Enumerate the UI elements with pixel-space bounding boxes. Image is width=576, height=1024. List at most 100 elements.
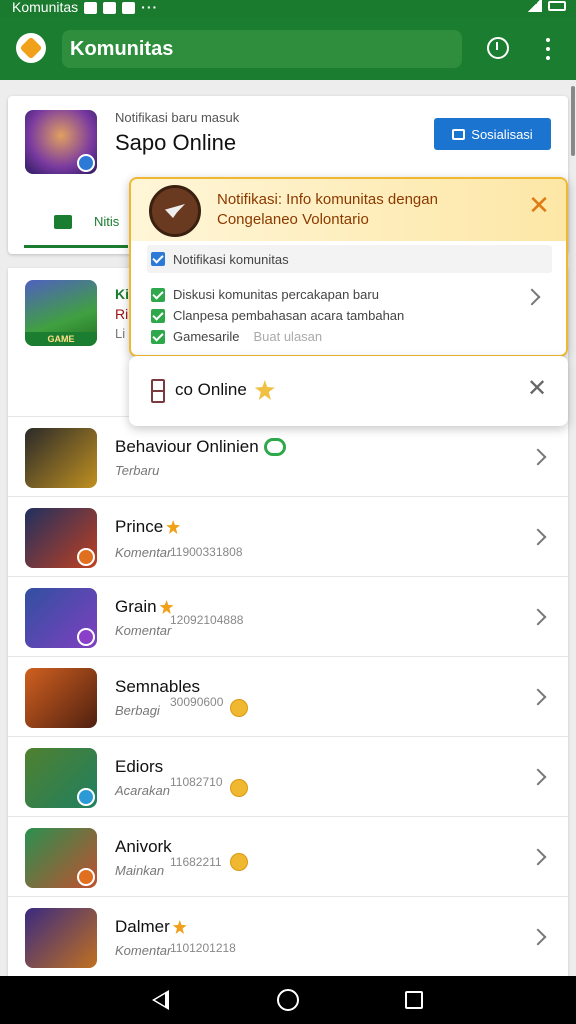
level-badge-icon xyxy=(77,788,95,806)
app-bar: Komunitas xyxy=(0,18,576,80)
chevron-right-icon[interactable] xyxy=(529,768,547,786)
level-badge-icon xyxy=(77,548,95,566)
list-item[interactable]: Prince Komentar 11900331808 xyxy=(8,496,568,576)
check-item-label: Diskusi komunitas percakapan baru xyxy=(173,287,379,302)
list-item[interactable]: Ediors Acarakan 11082710 xyxy=(8,736,568,816)
status-bar: Komunitas ··· xyxy=(0,0,576,18)
item-title: Grain xyxy=(115,597,174,617)
more-notifications-icon: ··· xyxy=(141,0,159,15)
level-badge-icon xyxy=(77,628,95,646)
coin-icon xyxy=(230,699,248,717)
icon-strip-text: GAME xyxy=(25,332,97,346)
list-item[interactable]: Behaviour Onlinien Terbaru xyxy=(8,416,568,496)
item-code: 11900331808 xyxy=(170,545,243,559)
item-code: 11082710 xyxy=(170,775,223,789)
back-icon[interactable] xyxy=(152,990,169,1010)
overflow-menu-icon[interactable] xyxy=(544,38,552,60)
item-subtitle: Mainkan xyxy=(115,863,165,878)
item-subtitle: Komentar xyxy=(115,623,172,638)
popup-check-item[interactable]: Clanpesa pembahasan acara tambahan xyxy=(151,308,404,323)
chevron-right-icon[interactable] xyxy=(529,448,547,466)
close-icon[interactable]: ✕ xyxy=(527,192,551,218)
list-item[interactable]: Grain Komentar 12092104888 xyxy=(8,576,568,656)
home-icon[interactable] xyxy=(277,989,299,1011)
item-subtitle: Komentar xyxy=(115,943,172,958)
mail-icon xyxy=(103,1,117,14)
item-code: 30090600 xyxy=(170,695,224,709)
follow-button[interactable]: Sosialisasi xyxy=(434,118,551,150)
checkbox-icon[interactable] xyxy=(151,308,165,323)
popup-check-item[interactable]: Gamesarile Buat ulasan xyxy=(151,329,322,344)
checkbox-icon[interactable] xyxy=(151,287,165,302)
signal-icon xyxy=(526,0,542,12)
item-subtitle: Terbaru xyxy=(115,463,160,478)
chevron-right-icon[interactable] xyxy=(529,528,547,546)
popup-subheader-label: Notifikasi komunitas xyxy=(173,251,289,267)
list-item[interactable]: Dalmer Komentar 1101201218 xyxy=(8,896,568,976)
check-item-hint: Buat ulasan xyxy=(253,329,323,344)
check-item-label: Gamesarile xyxy=(173,329,240,344)
chevron-right-icon[interactable] xyxy=(523,288,541,306)
star-icon xyxy=(172,920,187,934)
sender-avatar xyxy=(149,185,201,237)
item-title: Dalmer xyxy=(115,917,187,937)
featured-game-icon: GAME xyxy=(25,280,97,346)
mini-notification-text: co Online xyxy=(175,380,275,400)
plane-icon xyxy=(165,204,185,218)
check-item-label: Clanpesa pembahasan acara tambahan xyxy=(173,308,405,323)
status-app-label: Komunitas xyxy=(12,0,79,15)
item-title: Anivork xyxy=(115,837,172,856)
list-item[interactable]: Semnables Berbagi 30090600 xyxy=(8,656,568,736)
item-code: 11682211 xyxy=(170,855,222,869)
chevron-right-icon[interactable] xyxy=(529,688,547,706)
popup-title-line-2: Congelaneo Volontario xyxy=(217,211,369,228)
item-code: 12092104888 xyxy=(170,613,244,627)
chevron-right-icon[interactable] xyxy=(529,928,547,946)
featured-line-2: Ri xyxy=(115,306,129,322)
star-icon xyxy=(166,520,181,534)
game-icon xyxy=(25,668,97,728)
recent-apps-icon[interactable] xyxy=(405,991,423,1009)
scrollbar[interactable] xyxy=(571,86,575,156)
item-title: Semnables xyxy=(115,677,201,696)
online-badge-icon xyxy=(263,438,286,456)
item-title: Ediors xyxy=(115,757,164,776)
popup-check-item[interactable]: Diskusi komunitas percakapan baru xyxy=(151,287,379,302)
mini-notification[interactable]: co Online ✕ xyxy=(129,356,568,426)
game-icon xyxy=(25,508,97,568)
chevron-right-icon[interactable] xyxy=(529,608,547,626)
close-icon[interactable]: ✕ xyxy=(527,377,547,401)
item-title: Behaviour Onlinien xyxy=(115,437,286,457)
header-subtitle: Notifikasi baru masuk xyxy=(115,110,240,125)
history-clock-icon[interactable] xyxy=(487,37,509,59)
game-icon xyxy=(25,428,97,488)
checkbox-icon[interactable] xyxy=(151,329,165,344)
game-icon xyxy=(25,588,97,648)
coin-icon xyxy=(230,853,248,871)
checkbox-icon[interactable] xyxy=(151,252,165,266)
page-title: Sapo Online xyxy=(115,130,237,155)
featured-line-1: Ki xyxy=(115,286,129,302)
item-subtitle: Berbagi xyxy=(115,703,160,718)
image-icon xyxy=(452,128,466,140)
game-avatar-icon xyxy=(25,110,97,174)
level-badge-icon xyxy=(77,868,95,886)
chevron-right-icon[interactable] xyxy=(529,848,547,866)
tab-active[interactable]: Nitis xyxy=(24,198,128,248)
notification-icon xyxy=(84,1,98,14)
list-item[interactable]: Anivork Mainkan 11682211 xyxy=(8,816,568,896)
verified-badge-icon xyxy=(77,154,95,172)
tab-label: Nitis xyxy=(94,214,120,229)
community-search-field[interactable]: Komunitas xyxy=(62,30,462,68)
camera-icon xyxy=(54,214,72,229)
system-nav-bar xyxy=(0,976,576,1024)
star-face-icon xyxy=(254,380,275,400)
game-icon xyxy=(25,908,97,968)
item-subtitle: Acarakan xyxy=(115,783,170,798)
popup-subheader[interactable]: Notifikasi komunitas xyxy=(147,245,552,273)
featured-line-3: Li xyxy=(115,326,126,341)
app-logo-icon[interactable] xyxy=(16,33,46,63)
image-icon xyxy=(122,1,136,14)
item-subtitle: Komentar xyxy=(115,545,172,560)
follow-button-label: Sosialisasi xyxy=(471,126,533,142)
